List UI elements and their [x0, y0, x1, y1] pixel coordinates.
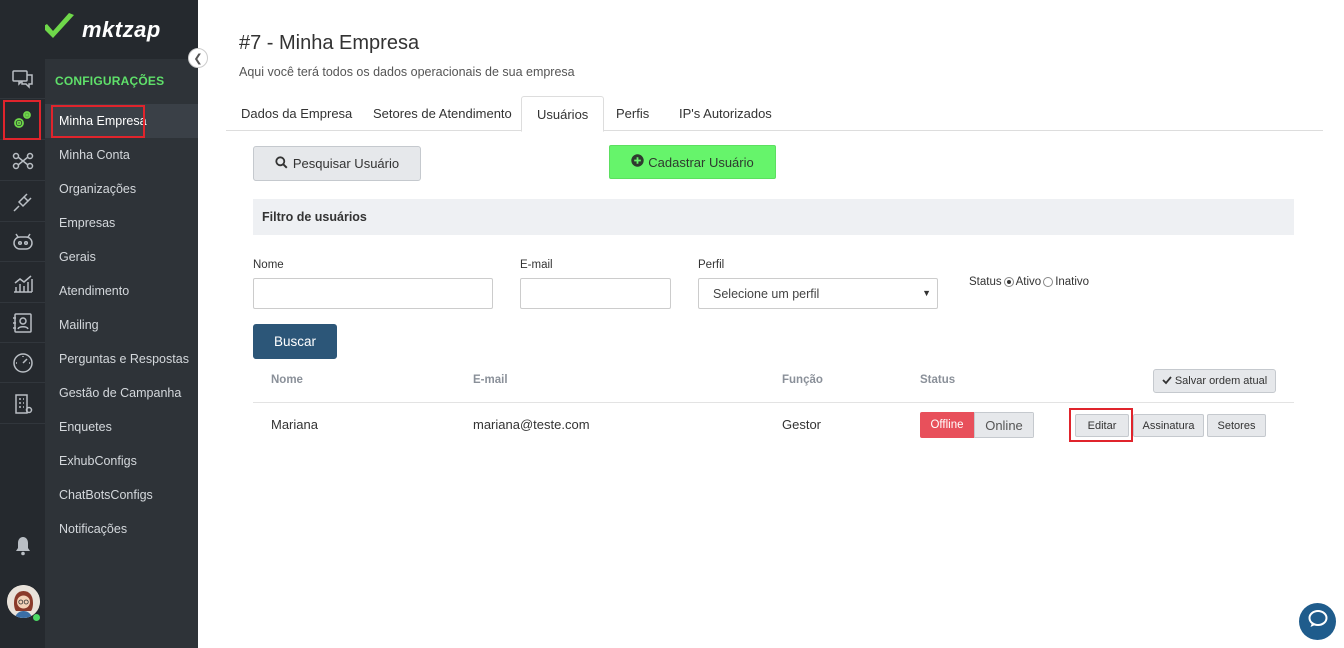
plug-icon[interactable] [0, 182, 45, 222]
menu-item-notificacoes[interactable]: Notificações [45, 512, 198, 546]
signature-button[interactable]: Assinatura [1133, 414, 1204, 437]
building-icon[interactable] [0, 384, 45, 424]
icon-rail [0, 0, 45, 648]
menu-item-gestao-campanha[interactable]: Gestão de Campanha [45, 376, 198, 410]
profile-select[interactable]: Selecione um perfil ▼ [698, 278, 938, 309]
register-user-button[interactable]: Cadastrar Usuário [609, 145, 776, 179]
menu-item-chatbotsconfigs[interactable]: ChatBotsConfigs [45, 478, 198, 512]
radio-inativo-label: Inativo [1055, 276, 1090, 288]
menu-item-enquetes[interactable]: Enquetes [45, 410, 198, 444]
logo-text: mktzap [82, 16, 161, 42]
active-gear-highlight [3, 100, 41, 140]
robot-icon[interactable] [0, 222, 45, 262]
bell-icon[interactable] [0, 526, 45, 566]
status-filter-label: Status [969, 276, 1002, 288]
status-toggle: Offline Online [920, 412, 1034, 438]
tab-perfis[interactable]: Perfis [601, 96, 664, 131]
table-divider [253, 402, 1294, 403]
row-email: mariana@teste.com [473, 417, 590, 432]
chart-icon[interactable] [0, 263, 45, 303]
name-input[interactable] [253, 278, 493, 309]
menu-item-highlight [51, 105, 145, 138]
save-order-button[interactable]: Salvar ordem atual [1153, 369, 1276, 393]
row-role: Gestor [782, 417, 822, 432]
clock-icon[interactable] [0, 343, 45, 383]
filter-heading: Filtro de usuários [253, 199, 1294, 235]
column-header-name: Nome [271, 374, 303, 386]
menu-item-empresas[interactable]: Empresas [45, 206, 198, 240]
chevron-left-icon: ❮ [193, 52, 203, 65]
chat-icon[interactable] [0, 59, 45, 99]
register-user-label: Cadastrar Usuário [648, 154, 754, 170]
search-icon [275, 155, 288, 172]
menu-item-exhubconfigs[interactable]: ExhubConfigs [45, 444, 198, 478]
sectors-button[interactable]: Setores [1207, 414, 1266, 437]
network-icon[interactable] [0, 141, 45, 181]
radio-ativo[interactable] [1003, 277, 1014, 287]
search-user-button[interactable]: Pesquisar Usuário [253, 146, 421, 181]
row-name: Mariana [271, 417, 318, 432]
column-header-role: Função [782, 374, 823, 386]
plus-circle-icon [631, 154, 644, 170]
menu-item-organizacoes[interactable]: Organizações [45, 172, 198, 206]
save-order-label: Salvar ordem atual [1174, 375, 1268, 387]
status-online-button[interactable]: Online [974, 412, 1034, 438]
menu-item-atendimento[interactable]: Atendimento [45, 274, 198, 308]
email-label: E-mail [520, 259, 553, 271]
tab-ips-autorizados[interactable]: IP's Autorizados [664, 96, 787, 131]
tab-dados-empresa[interactable]: Dados da Empresa [226, 96, 367, 131]
menu-item-gerais[interactable]: Gerais [45, 240, 198, 274]
status-offline-button[interactable]: Offline [920, 412, 974, 438]
status-filter: Status Ativo Inativo [969, 276, 1089, 288]
online-status-dot [33, 614, 40, 621]
profile-selected-value: Selecione um perfil [713, 286, 820, 301]
contacts-icon[interactable] [0, 303, 45, 343]
page-title: #7 - Minha Empresa [239, 32, 420, 54]
page-subtitle: Aqui você terá todos os dados operaciona… [239, 65, 575, 79]
menu-item-perguntas-respostas[interactable]: Perguntas e Respostas [45, 342, 198, 376]
logo-check-icon [40, 12, 76, 47]
name-label: Nome [253, 259, 284, 271]
radio-ativo-label: Ativo [1015, 276, 1042, 288]
tab-setores-atendimento[interactable]: Setores de Atendimento [358, 96, 527, 131]
column-header-email: E-mail [473, 374, 508, 386]
menu-heading: CONFIGURAÇÕES [55, 74, 165, 88]
check-icon [1162, 375, 1172, 388]
chat-bubble-icon [1307, 608, 1329, 635]
caret-down-icon: ▼ [922, 288, 931, 298]
menu-item-mailing[interactable]: Mailing [45, 308, 198, 342]
buscar-button[interactable]: Buscar [253, 324, 337, 359]
settings-menu: CONFIGURAÇÕES Minha Empresa Minha Conta … [45, 59, 198, 648]
menu-item-minha-conta[interactable]: Minha Conta [45, 138, 198, 172]
tabs-bar: Dados da Empresa Setores de Atendimento … [226, 96, 1323, 132]
column-header-status: Status [920, 374, 956, 386]
support-chat-button[interactable] [1299, 603, 1336, 640]
email-input[interactable] [520, 278, 671, 309]
edit-button-highlight [1069, 408, 1133, 442]
collapse-menu-button[interactable]: ❮ [188, 48, 208, 68]
search-user-label: Pesquisar Usuário [292, 156, 400, 171]
radio-inativo[interactable] [1043, 277, 1054, 287]
profile-label: Perfil [698, 259, 725, 271]
tab-usuarios[interactable]: Usuários [521, 96, 605, 132]
